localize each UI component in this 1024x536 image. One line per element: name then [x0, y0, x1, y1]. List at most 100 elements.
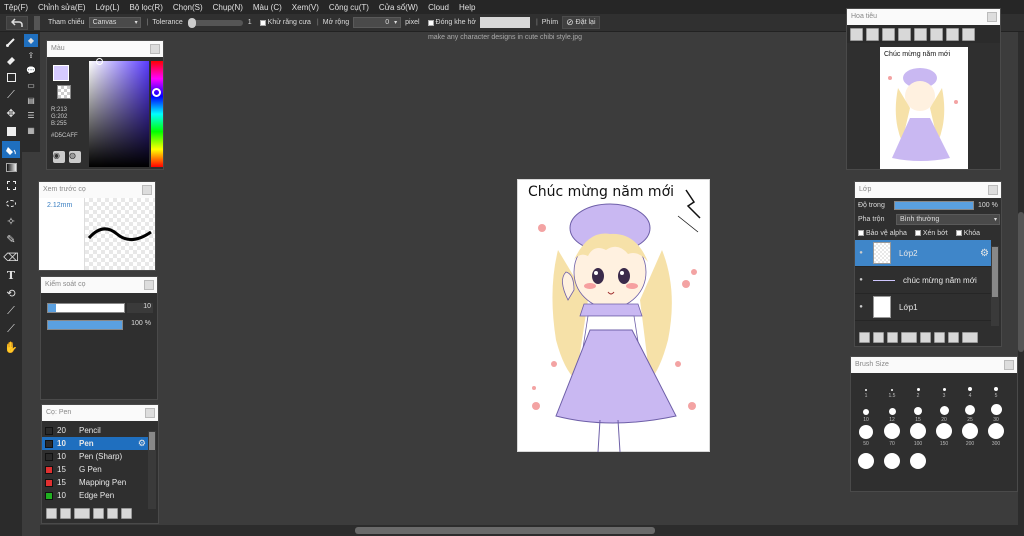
brush-size-option[interactable] — [853, 447, 879, 471]
folder-button[interactable] — [920, 332, 931, 343]
zoom-out-icon[interactable] — [866, 27, 879, 41]
fill-tool[interactable] — [2, 141, 20, 158]
operation-tool[interactable]: ⟲ — [2, 285, 20, 302]
rect-select-tool[interactable] — [2, 177, 20, 194]
brush-size-option[interactable] — [905, 447, 931, 471]
text-tool[interactable]: T — [2, 267, 20, 284]
flip-icon[interactable] — [962, 27, 975, 41]
menu-cloud[interactable]: Cloud — [428, 3, 449, 12]
foreground-color[interactable] — [53, 65, 69, 81]
scrollbar-thumb[interactable] — [992, 247, 998, 297]
magic-select-tool[interactable]: ✧ — [2, 213, 20, 230]
tolerance-slider[interactable] — [187, 17, 243, 28]
hue-slider[interactable] — [151, 61, 163, 167]
new-1bit-layer-button[interactable] — [887, 332, 898, 343]
brush-type-button[interactable] — [46, 508, 57, 519]
menu-file[interactable]: Tệp(F) — [4, 3, 28, 12]
close-icon[interactable] — [988, 185, 998, 195]
rotate-reset-icon[interactable] — [930, 27, 943, 41]
gear-icon[interactable]: ⚙ — [980, 248, 989, 259]
close-icon[interactable] — [150, 44, 160, 54]
undo-button[interactable] — [6, 15, 28, 30]
brush-size-option[interactable]: 2 — [905, 375, 931, 399]
menu-select[interactable]: Chọn(S) — [173, 3, 203, 12]
select-eraser-tool[interactable]: ⌫ — [2, 249, 20, 266]
folder-button[interactable] — [107, 508, 118, 519]
layer-menu-button[interactable] — [901, 332, 917, 343]
brush-item-pen[interactable]: 10 Pen ⚙ — [42, 437, 148, 450]
message-tool[interactable]: ▭ — [24, 79, 38, 92]
stepper-icon[interactable]: ▾ — [394, 20, 397, 26]
navigator-preview[interactable]: Chúc mừng năm mới — [880, 47, 968, 169]
menu-window[interactable]: Cửa sổ(W) — [379, 3, 418, 12]
brush-size-slider[interactable] — [47, 303, 125, 313]
close-gap-checkbox[interactable] — [427, 19, 434, 26]
brush-size-option[interactable]: 4 — [957, 375, 983, 399]
brush-size-option[interactable]: 300 — [983, 423, 1009, 447]
brush-item-edge-pen[interactable]: 10 Edge Pen — [42, 489, 148, 502]
brush-item-pencil[interactable]: 20 Pencil — [42, 424, 148, 437]
artwork-canvas[interactable]: Chúc mừng năm mới — [517, 179, 710, 453]
brush-size-option[interactable]: 10 — [853, 399, 879, 423]
copy-layer-button[interactable] — [934, 332, 945, 343]
export-tool[interactable]: ⇪ — [24, 49, 38, 62]
close-icon[interactable] — [145, 408, 155, 418]
brush-size-option[interactable]: 30 — [983, 399, 1009, 423]
grid-tool[interactable]: ▦ — [24, 124, 38, 137]
visibility-icon[interactable]: ● — [855, 277, 867, 283]
brush-size-value[interactable]: 10 — [127, 303, 153, 313]
close-icon[interactable] — [1004, 360, 1014, 370]
brush-size-option[interactable]: 20 — [931, 399, 957, 423]
brush-size-option[interactable]: 15 — [905, 399, 931, 423]
menu-view[interactable]: Xem(V) — [292, 3, 319, 12]
brush-menu-button[interactable] — [74, 508, 90, 519]
magic-wand-tool[interactable]: ⟋ — [2, 87, 20, 104]
zoom-reset-icon[interactable] — [898, 27, 911, 41]
brush-item-pen-sharp[interactable]: 10 Pen (Sharp) — [42, 450, 148, 463]
brush-size-option[interactable] — [879, 447, 905, 471]
divide-tool[interactable]: ⟋ — [2, 303, 20, 320]
brush-size-option[interactable]: 100 — [905, 423, 931, 447]
brush-item-g-pen[interactable]: 15 G Pen — [42, 463, 148, 476]
background-color[interactable] — [57, 85, 71, 99]
brush-size-option[interactable]: 1.5 — [879, 375, 905, 399]
close-icon[interactable] — [144, 280, 154, 290]
comment-tool[interactable]: 💬 — [24, 64, 38, 77]
close-gap-slider[interactable] — [479, 17, 530, 28]
saturation-value-picker[interactable] — [89, 58, 149, 167]
brush-size-option[interactable]: 3 — [931, 375, 957, 399]
rect-fill-tool[interactable] — [2, 123, 20, 140]
gear-icon[interactable]: ⚙ — [138, 438, 146, 449]
blur-tool[interactable]: ◆ — [24, 34, 38, 47]
layer-opacity-slider[interactable] — [894, 200, 974, 210]
brush-size-option[interactable]: 25 — [957, 399, 983, 423]
menu-filter[interactable]: Bộ lọc(R) — [130, 3, 163, 12]
tolerance-slider-thumb[interactable] — [187, 17, 196, 28]
antialias-checkbox[interactable] — [259, 19, 266, 26]
fit-icon[interactable] — [882, 27, 895, 41]
layer-item-lop2[interactable]: ● Lớp2 ⚙ — [855, 240, 991, 267]
brush-opacity-slider[interactable] — [47, 320, 123, 330]
vertical-scrollbar-thumb[interactable] — [1018, 212, 1024, 352]
layer-list-scrollbar[interactable] — [991, 246, 999, 326]
brush-size-option[interactable]: 70 — [879, 423, 905, 447]
list-tool[interactable]: ☰ — [24, 109, 38, 122]
reference-select[interactable]: Canvas ▾ — [88, 17, 141, 28]
blend-mode-select[interactable]: Bình thường ▾ — [896, 213, 1000, 225]
delete-brush-button[interactable] — [121, 508, 132, 519]
scrollbar-thumb[interactable] — [149, 432, 155, 450]
selection-tool[interactable] — [2, 69, 20, 86]
eyedropper-tool[interactable]: ⟋ — [2, 321, 20, 338]
rotate-right-icon[interactable] — [946, 27, 959, 41]
menu-edit[interactable]: Chỉnh sửa(E) — [38, 3, 86, 12]
merge-layer-button[interactable] — [948, 332, 959, 343]
reset-button[interactable]: ⊘ Đặt lại — [562, 16, 600, 29]
sv-cursor[interactable] — [96, 58, 103, 65]
menu-color[interactable]: Màu (C) — [253, 3, 282, 12]
move-tool[interactable]: ✥ — [2, 105, 20, 122]
visibility-icon[interactable]: ● — [855, 304, 867, 310]
layer-more-button[interactable] — [962, 332, 978, 343]
menu-tools[interactable]: Công cụ(T) — [329, 3, 369, 12]
select-pen-tool[interactable]: ✎ — [2, 231, 20, 248]
brush-size-option[interactable]: 5 — [983, 375, 1009, 399]
